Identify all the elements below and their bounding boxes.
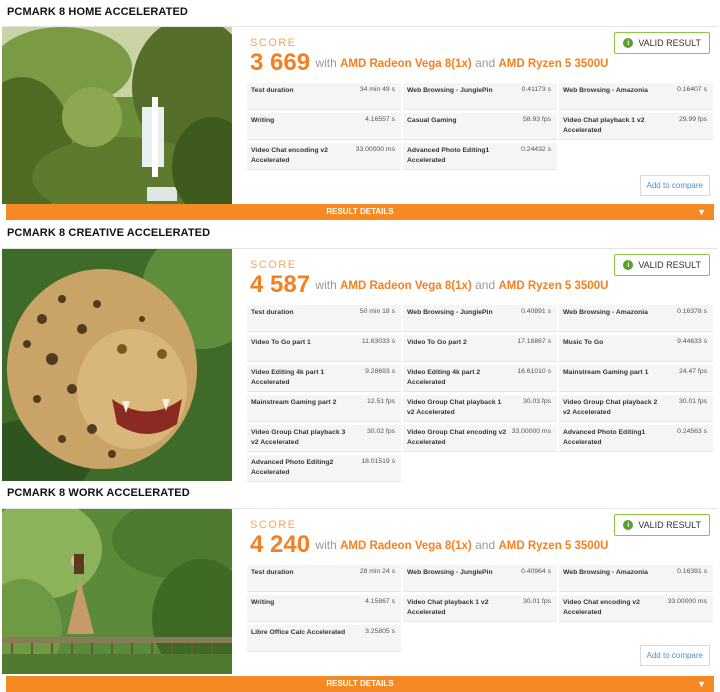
result-details-label: RESULT DETAILS: [326, 207, 394, 216]
benchmark-image: [2, 27, 232, 204]
result-cell: Video Group Chat playback 1 v2 Accelerat…: [403, 395, 557, 422]
cpu-link[interactable]: AMD Ryzen 5 3500U: [498, 540, 608, 552]
creative-section: PCMARK 8 CREATIVE ACCELERATED SCORE 4 58…: [0, 222, 720, 482]
with-text: with: [315, 278, 337, 292]
with-text: with: [315, 56, 337, 70]
valid-result-badge[interactable]: i VALID RESULT: [614, 514, 710, 536]
valid-result-badge[interactable]: i VALID RESULT: [614, 254, 710, 276]
work-section: PCMARK 8 WORK ACCELERATED SCORE 4 240 wi…: [0, 482, 720, 692]
score-line: 4 240 with AMD Radeon Vega 8(1x) and AMD…: [250, 531, 608, 559]
check-circle-icon: i: [623, 38, 634, 48]
result-cell: Video Chat playback 1 v2 Accelerated 29.9…: [559, 113, 713, 140]
result-cell: Writing 4.15867 s: [247, 595, 401, 622]
score-value: 4 240: [250, 531, 311, 558]
result-cell: Video Chat encoding v2 Accelerated 33.000…: [247, 143, 401, 170]
result-cell: Web Browsing - JunglePin 0.40891 s: [403, 305, 557, 332]
result-cell: Mainstream Gaming part 2 12.51 fps: [247, 395, 401, 422]
valid-result-label: VALID RESULT: [638, 520, 701, 530]
score-line: 4 587 with AMD Radeon Vega 8(1x) and AMD…: [250, 271, 608, 299]
and-text: and: [475, 56, 496, 70]
result-cell: Advanced Photo Editing1 Accelerated 0.245…: [559, 425, 713, 452]
check-circle-icon: i: [623, 260, 634, 270]
result-cell: Test duration 34 min 49 s: [247, 83, 401, 110]
chevron-down-icon: ▼: [697, 207, 706, 217]
result-cell: Video Group Chat encoding v2 Accelerated…: [403, 425, 557, 452]
result-cell: Video Editing 4k part 2 Accelerated 16.61…: [403, 365, 557, 392]
results-table: Test duration 28 min 24 s Web Browsing - …: [247, 565, 713, 652]
result-cell: Web Browsing - JunglePin 0.40964 s: [403, 565, 557, 592]
result-cell: Test duration 28 min 24 s: [247, 565, 401, 592]
result-cell: Test duration 50 min 18 s: [247, 305, 401, 332]
result-details-bar[interactable]: RESULT DETAILS ▼: [6, 676, 714, 692]
result-cell: Writing 4.16557 s: [247, 113, 401, 140]
result-card: SCORE 4 240 with AMD Radeon Vega 8(1x) a…: [2, 508, 718, 676]
result-cell: Web Browsing - Amazonia 0.16378 s: [559, 305, 713, 332]
valid-result-label: VALID RESULT: [638, 260, 701, 270]
cpu-link[interactable]: AMD Ryzen 5 3500U: [498, 280, 608, 292]
add-to-compare-button[interactable]: Add to compare: [639, 645, 710, 666]
and-text: and: [475, 278, 496, 292]
gpu-link[interactable]: AMD Radeon Vega 8(1x): [340, 540, 472, 552]
score-label: SCORE: [250, 259, 297, 271]
result-cell: Video Chat encoding v2 Accelerated 33.000…: [559, 595, 713, 622]
gpu-link[interactable]: AMD Radeon Vega 8(1x): [340, 58, 472, 70]
gpu-link[interactable]: AMD Radeon Vega 8(1x): [340, 280, 472, 292]
result-details-label: RESULT DETAILS: [326, 679, 394, 688]
section-title: PCMARK 8 WORK ACCELERATED: [7, 487, 190, 499]
score-line: 3 669 with AMD Radeon Vega 8(1x) and AMD…: [250, 49, 608, 77]
chevron-down-icon: ▼: [697, 679, 706, 689]
cpu-link[interactable]: AMD Ryzen 5 3500U: [498, 58, 608, 70]
home-section: PCMARK 8 HOME ACCELERATED SCORE 3 669 wi…: [0, 0, 720, 222]
result-cell: Music To Go 9.44633 s: [559, 335, 713, 362]
benchmark-image: [2, 249, 232, 481]
result-cell: Casual Gaming 58.93 fps: [403, 113, 557, 140]
result-cell: Advanced Photo Editing2 Accelerated 18.01…: [247, 455, 401, 482]
result-card: SCORE 4 587 with AMD Radeon Vega 8(1x) a…: [2, 248, 718, 482]
score-value: 3 669: [250, 49, 311, 76]
section-title: PCMARK 8 HOME ACCELERATED: [7, 6, 188, 18]
and-text: and: [475, 538, 496, 552]
result-cell: Web Browsing - JunglePin 0.41173 s: [403, 83, 557, 110]
results-table: Test duration 34 min 49 s Web Browsing - …: [247, 83, 713, 170]
result-cell: Video Group Chat playback 2 v2 Accelerat…: [559, 395, 713, 422]
score-value: 4 587: [250, 271, 311, 298]
add-to-compare-button[interactable]: Add to compare: [639, 175, 710, 196]
with-text: with: [315, 538, 337, 552]
score-label: SCORE: [250, 519, 297, 531]
result-cell: Video To Go part 2 17.18867 s: [403, 335, 557, 362]
result-cell: Advanced Photo Editing1 Accelerated 0.244…: [403, 143, 557, 170]
results-table: Test duration 50 min 18 s Web Browsing - …: [247, 305, 713, 482]
result-details-bar[interactable]: RESULT DETAILS ▼: [6, 204, 714, 220]
score-label: SCORE: [250, 37, 297, 49]
result-cell: Libre Office Calc Accelerated 3.25805 s: [247, 625, 401, 652]
result-card: SCORE 3 669 with AMD Radeon Vega 8(1x) a…: [2, 26, 718, 206]
result-cell: Mainstream Gaming part 1 24.47 fps: [559, 365, 713, 392]
valid-result-label: VALID RESULT: [638, 38, 701, 48]
valid-result-badge[interactable]: i VALID RESULT: [614, 32, 710, 54]
result-cell: Video Editing 4k part 1 Accelerated 9.286…: [247, 365, 401, 392]
result-cell: Video To Go part 1 11.63033 s: [247, 335, 401, 362]
benchmark-image: [2, 509, 232, 674]
result-cell: Web Browsing - Amazonia 0.16391 s: [559, 565, 713, 592]
result-cell: Video Chat playback 1 v2 Accelerated 30.0…: [403, 595, 557, 622]
check-circle-icon: i: [623, 520, 634, 530]
result-cell: Web Browsing - Amazonia 0.16407 s: [559, 83, 713, 110]
result-cell: Video Group Chat playback 3 v2 Accelerat…: [247, 425, 401, 452]
section-title: PCMARK 8 CREATIVE ACCELERATED: [7, 227, 211, 239]
